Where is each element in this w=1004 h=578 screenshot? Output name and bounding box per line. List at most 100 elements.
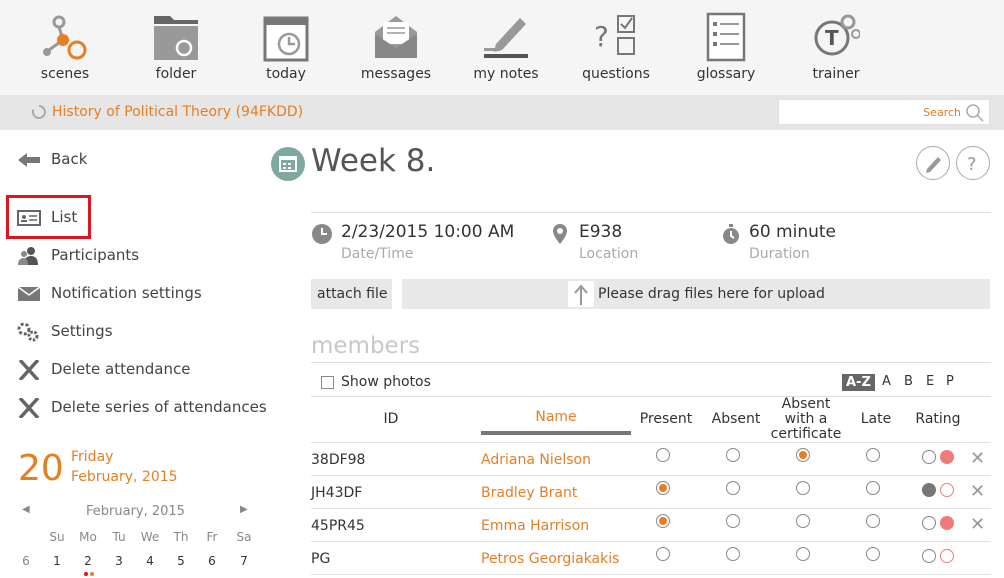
absent-certificate-radio[interactable] (796, 514, 810, 528)
search-icon[interactable] (965, 103, 985, 123)
calendar-date[interactable]: 7 (234, 554, 254, 568)
divider (311, 442, 991, 443)
sort-letter-b[interactable]: B (904, 374, 913, 389)
calendar-weekday: Friday (71, 449, 114, 465)
calendar-title: February, 2015 (86, 504, 185, 519)
stopwatch-icon (723, 224, 739, 244)
present-radio[interactable] (656, 481, 670, 495)
notifications-label: Notification settings (51, 284, 202, 302)
sort-letter-e[interactable]: E (926, 374, 934, 389)
show-photos-checkbox[interactable] (321, 376, 334, 389)
nav-my-notes[interactable]: my notes (456, 0, 556, 96)
divider (311, 541, 991, 542)
table-row-name[interactable]: Bradley Brant (481, 485, 577, 501)
calendar-badge-icon (271, 147, 305, 181)
scenes-icon (43, 15, 87, 60)
rating-negative-icon[interactable] (940, 516, 954, 530)
remove-icon[interactable]: ✕ (970, 448, 985, 469)
column-rating: Rating (915, 411, 961, 427)
calendar-prev-icon[interactable]: ◀ (22, 504, 30, 515)
rating-negative-icon[interactable] (940, 483, 954, 497)
dropzone-text: Please drag files here for upload (598, 286, 825, 302)
late-radio[interactable] (866, 448, 880, 462)
help-button[interactable]: ? (956, 146, 990, 180)
column-absent-certificate-1: Absent (781, 396, 831, 412)
nav-folder[interactable]: folder (126, 0, 226, 96)
absent-radio[interactable] (726, 547, 740, 561)
envelope-icon (17, 286, 41, 301)
absent-certificate-radio[interactable] (796, 481, 810, 495)
participants-label: Participants (51, 246, 140, 264)
calendar-date[interactable]: 5 (171, 554, 191, 568)
present-radio[interactable] (656, 547, 670, 561)
table-row-name[interactable]: Emma Harrison (481, 518, 589, 534)
late-radio[interactable] (866, 547, 880, 561)
course-title[interactable]: History of Political Theory (94FKDD) (52, 104, 303, 120)
nav-trainer-label: trainer (812, 66, 860, 82)
absent-radio[interactable] (726, 481, 740, 495)
sort-letter-p[interactable]: P (946, 374, 954, 389)
event-datetime: 2/23/2015 10:00 AM (341, 222, 515, 242)
nav-questions[interactable]: ? questions (566, 0, 666, 96)
table-row-name[interactable]: Petros Georgiakakis (481, 551, 619, 567)
file-dropzone[interactable]: Please drag files here for upload (402, 279, 990, 309)
calendar-weekday-header: Sa (236, 530, 252, 544)
question-icon: ? (967, 154, 977, 175)
event-dot (90, 572, 94, 576)
late-radio[interactable] (866, 481, 880, 495)
rating-neutral-icon[interactable] (922, 549, 936, 563)
nav-today[interactable]: today (236, 0, 336, 96)
late-radio[interactable] (866, 514, 880, 528)
column-absent: Absent (711, 411, 761, 427)
event-location-label: Location (579, 246, 639, 262)
edit-button[interactable] (916, 146, 950, 180)
calendar-date[interactable]: 1 (47, 554, 67, 568)
remove-icon[interactable]: ✕ (970, 514, 985, 535)
nav-trainer[interactable]: T trainer (786, 0, 886, 96)
event-duration: 60 minute (749, 222, 836, 242)
nav-scenes-label: scenes (40, 66, 90, 82)
nav-messages[interactable]: messages (346, 0, 446, 96)
rating-neutral-icon[interactable] (922, 450, 936, 464)
calendar-date[interactable]: 6 (202, 554, 222, 568)
divider (311, 212, 991, 213)
present-radio[interactable] (656, 448, 670, 462)
rating-neutral-icon[interactable] (922, 483, 936, 497)
calendar-date[interactable]: 2 (78, 554, 98, 568)
nav-glossary-label: glossary (696, 66, 756, 82)
users-icon (18, 247, 38, 265)
calendar-date[interactable]: 3 (109, 554, 129, 568)
calendar-weekday-header: We (140, 530, 160, 544)
calendar-weekday-header: Mo (79, 530, 97, 544)
folder-icon (154, 16, 198, 60)
sort-az[interactable]: A-Z (842, 374, 875, 391)
nav-today-label: today (266, 66, 306, 82)
attach-file-button[interactable]: attach file (311, 279, 392, 309)
nav-my-notes-label: my notes (473, 66, 539, 82)
column-present: Present (639, 411, 693, 427)
absent-certificate-radio[interactable] (796, 448, 810, 462)
absent-certificate-radio[interactable] (796, 547, 810, 561)
calendar-date[interactable]: 4 (140, 554, 160, 568)
nav-glossary[interactable]: glossary (676, 0, 776, 96)
absent-radio[interactable] (726, 448, 740, 462)
top-navigation: scenes folder today messages my notes ? … (0, 0, 1004, 96)
rating-negative-icon[interactable] (940, 450, 954, 464)
search-input[interactable]: Search (778, 99, 990, 125)
column-name[interactable]: Name (506, 410, 606, 425)
close-icon (18, 360, 40, 380)
table-row-name[interactable]: Adriana Nielson (481, 452, 591, 468)
rating-neutral-icon[interactable] (922, 516, 936, 530)
column-absent-certificate-3: certificate (770, 426, 842, 442)
gears-icon (17, 322, 39, 342)
nav-scenes[interactable]: scenes (15, 0, 115, 96)
sort-letter-a[interactable]: A (882, 374, 891, 389)
column-id[interactable]: ID (371, 412, 411, 427)
present-radio[interactable] (656, 514, 670, 528)
rating-negative-icon[interactable] (940, 549, 954, 563)
calendar-day: 20 (18, 448, 64, 489)
calendar-next-icon[interactable]: ▶ (240, 504, 248, 515)
absent-radio[interactable] (726, 514, 740, 528)
remove-icon[interactable]: ✕ (970, 481, 985, 502)
calendar-clock-icon (263, 16, 309, 62)
